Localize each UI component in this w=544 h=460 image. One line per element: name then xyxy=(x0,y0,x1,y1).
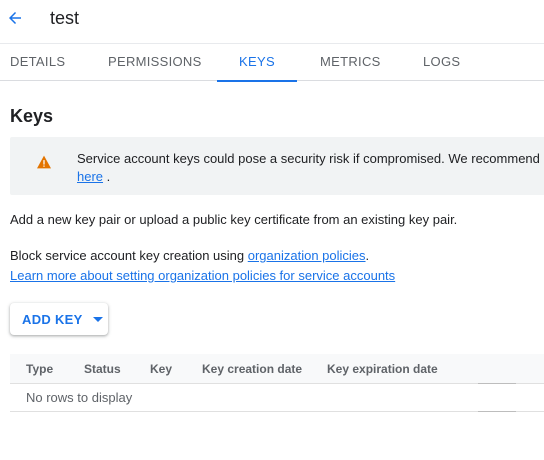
dropdown-arrow-icon xyxy=(92,316,103,322)
warning-banner: Service account keys could pose a securi… xyxy=(10,137,544,195)
intro-text: Add a new key pair or upload a public ke… xyxy=(10,212,458,227)
section-title: Keys xyxy=(10,106,54,126)
top-bar: test xyxy=(0,0,544,40)
block-creation-suffix: . xyxy=(365,248,370,263)
warning-here-link[interactable]: here xyxy=(77,169,103,184)
learn-more-link[interactable]: Learn more about setting organization po… xyxy=(10,268,395,283)
page-title: test xyxy=(50,8,80,28)
keys-table-body: No rows to display xyxy=(10,384,544,412)
warning-icon xyxy=(37,155,51,169)
column-header-expiration-date[interactable]: Key expiration date xyxy=(327,362,438,376)
tab-metrics[interactable]: METRICS xyxy=(320,44,381,81)
add-key-button[interactable]: ADD KEY xyxy=(10,303,108,335)
keys-table-header: Type Status Key Key creation date Key ex… xyxy=(10,354,544,384)
arrow-back-icon xyxy=(9,12,21,24)
tab-keys[interactable]: KEYS xyxy=(217,44,297,82)
empty-table-message: No rows to display xyxy=(26,390,133,405)
back-button[interactable] xyxy=(4,6,26,30)
block-creation-line: Block service account key creation using… xyxy=(10,246,369,266)
column-header-creation-date[interactable]: Key creation date xyxy=(202,362,302,376)
tab-bar: DETAILS PERMISSIONS KEYS METRICS LOGS xyxy=(0,43,544,82)
warning-link-line: here . xyxy=(77,167,110,187)
warning-link-suffix: . xyxy=(103,169,111,184)
column-header-status[interactable]: Status xyxy=(84,362,121,376)
tab-permissions[interactable]: PERMISSIONS xyxy=(108,44,202,81)
row-divider xyxy=(478,411,516,412)
tab-details[interactable]: DETAILS xyxy=(10,44,65,81)
organization-policies-link[interactable]: organization policies xyxy=(248,248,366,263)
column-header-key[interactable]: Key xyxy=(150,362,172,376)
tab-logs[interactable]: LOGS xyxy=(423,44,460,81)
block-creation-text: Block service account key creation using xyxy=(10,248,248,263)
add-key-label: ADD KEY xyxy=(22,311,83,327)
column-header-type[interactable]: Type xyxy=(26,362,53,376)
learn-more-line: Learn more about setting organization po… xyxy=(10,266,395,286)
warning-text: Service account keys could pose a securi… xyxy=(77,151,540,166)
